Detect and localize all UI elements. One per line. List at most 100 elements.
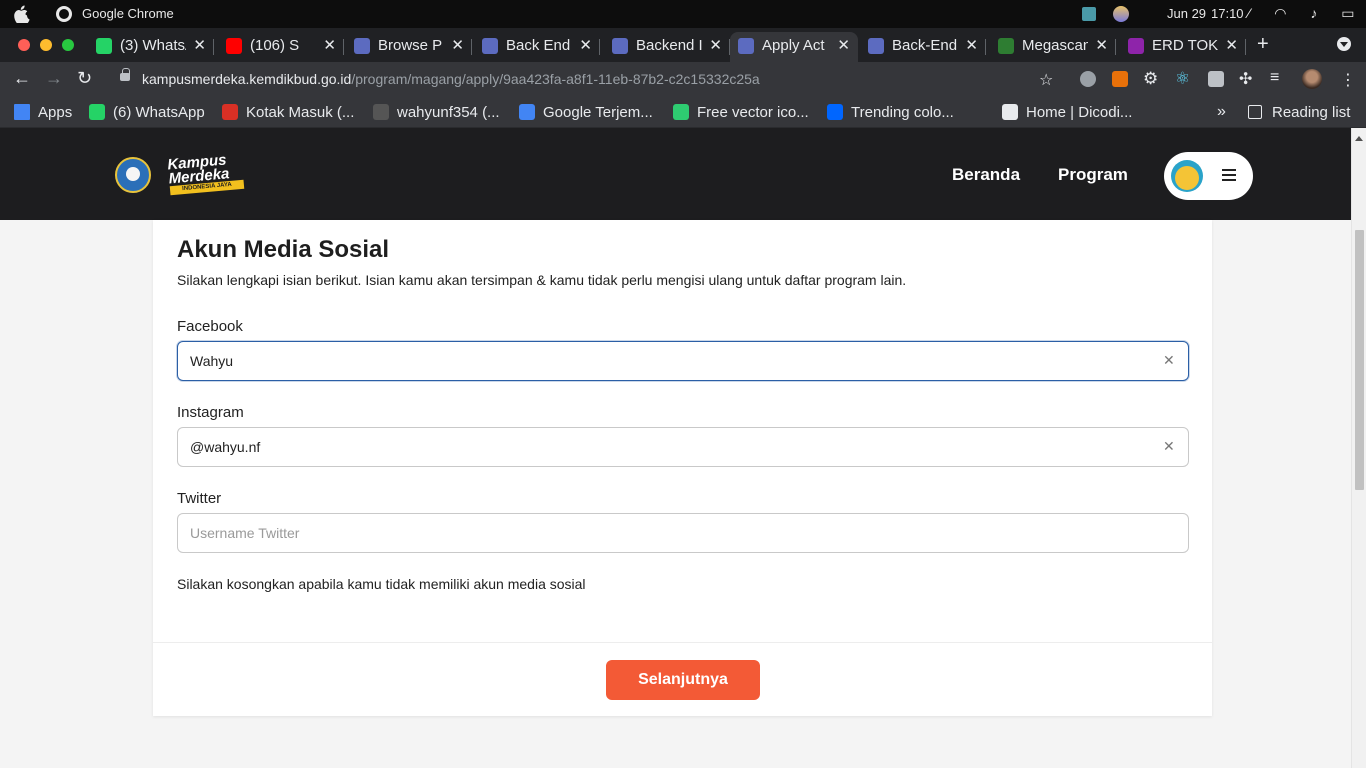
chrome-menu-icon[interactable]: ⋮ — [1340, 70, 1356, 90]
back-icon[interactable]: ← — [13, 68, 31, 89]
bookmark-star-icon[interactable]: ☆ — [1039, 70, 1053, 90]
next-button[interactable]: Selanjutnya — [606, 660, 760, 700]
clear-facebook-icon[interactable]: ✕ — [1163, 352, 1175, 369]
tab-title: Browse P — [378, 37, 443, 54]
twitter-input[interactable] — [177, 513, 1189, 553]
tray-weather-icon[interactable] — [1113, 6, 1129, 22]
facebook-input[interactable] — [177, 341, 1189, 381]
dicoding-bookmark-icon — [1002, 104, 1018, 120]
bookmark-item[interactable]: (6) WhatsApp — [89, 104, 205, 121]
instagram-input[interactable] — [177, 427, 1189, 467]
more-bookmarks-icon[interactable]: » — [1217, 103, 1226, 121]
system-date[interactable]: Jun 29 — [1167, 6, 1206, 21]
extension-icon[interactable] — [1112, 71, 1128, 87]
user-menu-button[interactable] — [1164, 152, 1253, 200]
close-window-button[interactable] — [18, 39, 30, 51]
browser-tab[interactable]: (106) S ✕ — [218, 32, 344, 62]
dicoding-icon — [612, 38, 628, 54]
bookmark-label: (6) WhatsApp — [113, 104, 205, 121]
flaticon-icon — [673, 104, 689, 120]
page-scrollbar[interactable] — [1351, 128, 1366, 768]
nav-beranda[interactable]: Beranda — [952, 165, 1020, 185]
bookmark-label: Home | Dicodi... — [1026, 104, 1133, 121]
browser-tab[interactable]: Back End ✕ — [474, 32, 600, 62]
apple-logo-icon[interactable] — [14, 5, 30, 23]
tab-title: (106) S — [250, 37, 300, 54]
bookmark-item[interactable]: Free vector ico... — [673, 104, 809, 121]
dicoding-icon — [738, 38, 754, 54]
tab-title: Backend I — [636, 37, 702, 54]
profile-avatar[interactable] — [1302, 69, 1322, 89]
react-devtools-icon[interactable]: ⚛ — [1175, 69, 1190, 89]
tab-search-icon[interactable] — [1337, 37, 1351, 51]
figma-icon — [1128, 38, 1144, 54]
instagram-label: Instagram — [177, 404, 244, 421]
lock-icon[interactable] — [120, 68, 130, 81]
browser-tab[interactable]: ERD TOK ✕ — [1120, 32, 1246, 62]
browser-tab[interactable]: Backend I ✕ — [604, 32, 730, 62]
bookmark-item[interactable]: Home | Dicodi... — [1002, 104, 1132, 121]
scrollbar-thumb[interactable] — [1355, 230, 1364, 490]
close-tab-icon[interactable]: ✕ — [709, 36, 722, 54]
clear-instagram-icon[interactable]: ✕ — [1163, 438, 1175, 455]
megascan-icon — [998, 38, 1014, 54]
nav-program[interactable]: Program — [1058, 165, 1128, 185]
bookmark-item[interactable]: Trending colo... — [827, 104, 954, 121]
close-tab-icon[interactable]: ✕ — [837, 36, 850, 54]
close-tab-icon[interactable]: ✕ — [965, 36, 978, 54]
bookmark-item[interactable]: wahyunf354 (... — [373, 104, 500, 121]
close-tab-icon[interactable]: ✕ — [451, 36, 464, 54]
extension-icon[interactable] — [1080, 71, 1096, 87]
bookmark-label: wahyunf354 (... — [397, 104, 500, 121]
tut-wuri-handayani-logo-icon[interactable] — [115, 157, 151, 193]
youtube-icon — [226, 38, 242, 54]
whatsapp-icon — [96, 38, 112, 54]
section-description: Silakan lengkapi isian berikut. Isian ka… — [177, 272, 907, 288]
camera-extension-icon[interactable] — [1208, 71, 1224, 87]
system-tray-icons[interactable]: ⁄ ◠ ♪ ▭ — [1248, 5, 1364, 22]
tab-separator — [985, 39, 986, 55]
bookmark-item[interactable]: Apps — [14, 104, 72, 121]
close-tab-icon[interactable]: ✕ — [1095, 36, 1108, 54]
dicoding-icon — [354, 38, 370, 54]
new-tab-button[interactable]: + — [1257, 33, 1269, 56]
browser-tab[interactable]: Browse P ✕ — [346, 32, 472, 62]
tab-separator — [213, 39, 214, 55]
bookmark-item[interactable]: Kotak Masuk (... — [222, 104, 354, 121]
minimize-window-button[interactable] — [40, 39, 52, 51]
gmail-icon — [222, 104, 238, 120]
reload-icon[interactable]: ↻ — [77, 68, 92, 89]
scroll-up-arrow-icon[interactable] — [1355, 136, 1363, 141]
browser-tab[interactable]: Apply Act ✕ — [730, 32, 858, 62]
gear-extension-icon[interactable]: ⚙ — [1143, 69, 1158, 89]
browser-tab[interactable]: Megascan ✕ — [990, 32, 1116, 62]
tab-title: (3) WhatsApp — [120, 37, 186, 54]
tab-separator — [599, 39, 600, 55]
close-tab-icon[interactable]: ✕ — [579, 36, 592, 54]
extensions-puzzle-icon[interactable]: ✣ — [1239, 69, 1252, 89]
tab-separator — [1245, 39, 1246, 55]
browser-tab[interactable]: (3) WhatsApp ✕ — [88, 32, 214, 62]
tab-title: ERD TOK — [1152, 37, 1218, 54]
tray-app-icon[interactable] — [1082, 7, 1096, 21]
bookmark-label: Free vector ico... — [697, 104, 809, 121]
maximize-window-button[interactable] — [62, 39, 74, 51]
close-tab-icon[interactable]: ✕ — [193, 36, 206, 54]
coolors-icon — [827, 104, 843, 120]
bookmark-label: Trending colo... — [851, 104, 954, 121]
close-tab-icon[interactable]: ✕ — [1225, 36, 1238, 54]
active-app-name[interactable]: Google Chrome — [82, 6, 174, 21]
card-divider — [153, 642, 1212, 643]
reading-list-button[interactable]: Reading list — [1248, 104, 1350, 121]
browser-tab[interactable]: Back-End ✕ — [860, 32, 986, 62]
forward-icon[interactable]: → — [45, 68, 63, 89]
system-time[interactable]: 17:10 — [1211, 6, 1244, 21]
address-bar[interactable]: kampusmerdeka.kemdikbud.go.id/program/ma… — [142, 71, 760, 87]
close-tab-icon[interactable]: ✕ — [323, 36, 336, 54]
tab-separator — [471, 39, 472, 55]
media-control-icon[interactable]: ≡ — [1270, 69, 1279, 87]
bookmark-item[interactable]: Google Terjem... — [519, 104, 653, 121]
dicoding-icon — [482, 38, 498, 54]
empty-hint: Silakan kosongkan apabila kamu tidak mem… — [177, 576, 586, 592]
chrome-icon — [56, 6, 72, 22]
